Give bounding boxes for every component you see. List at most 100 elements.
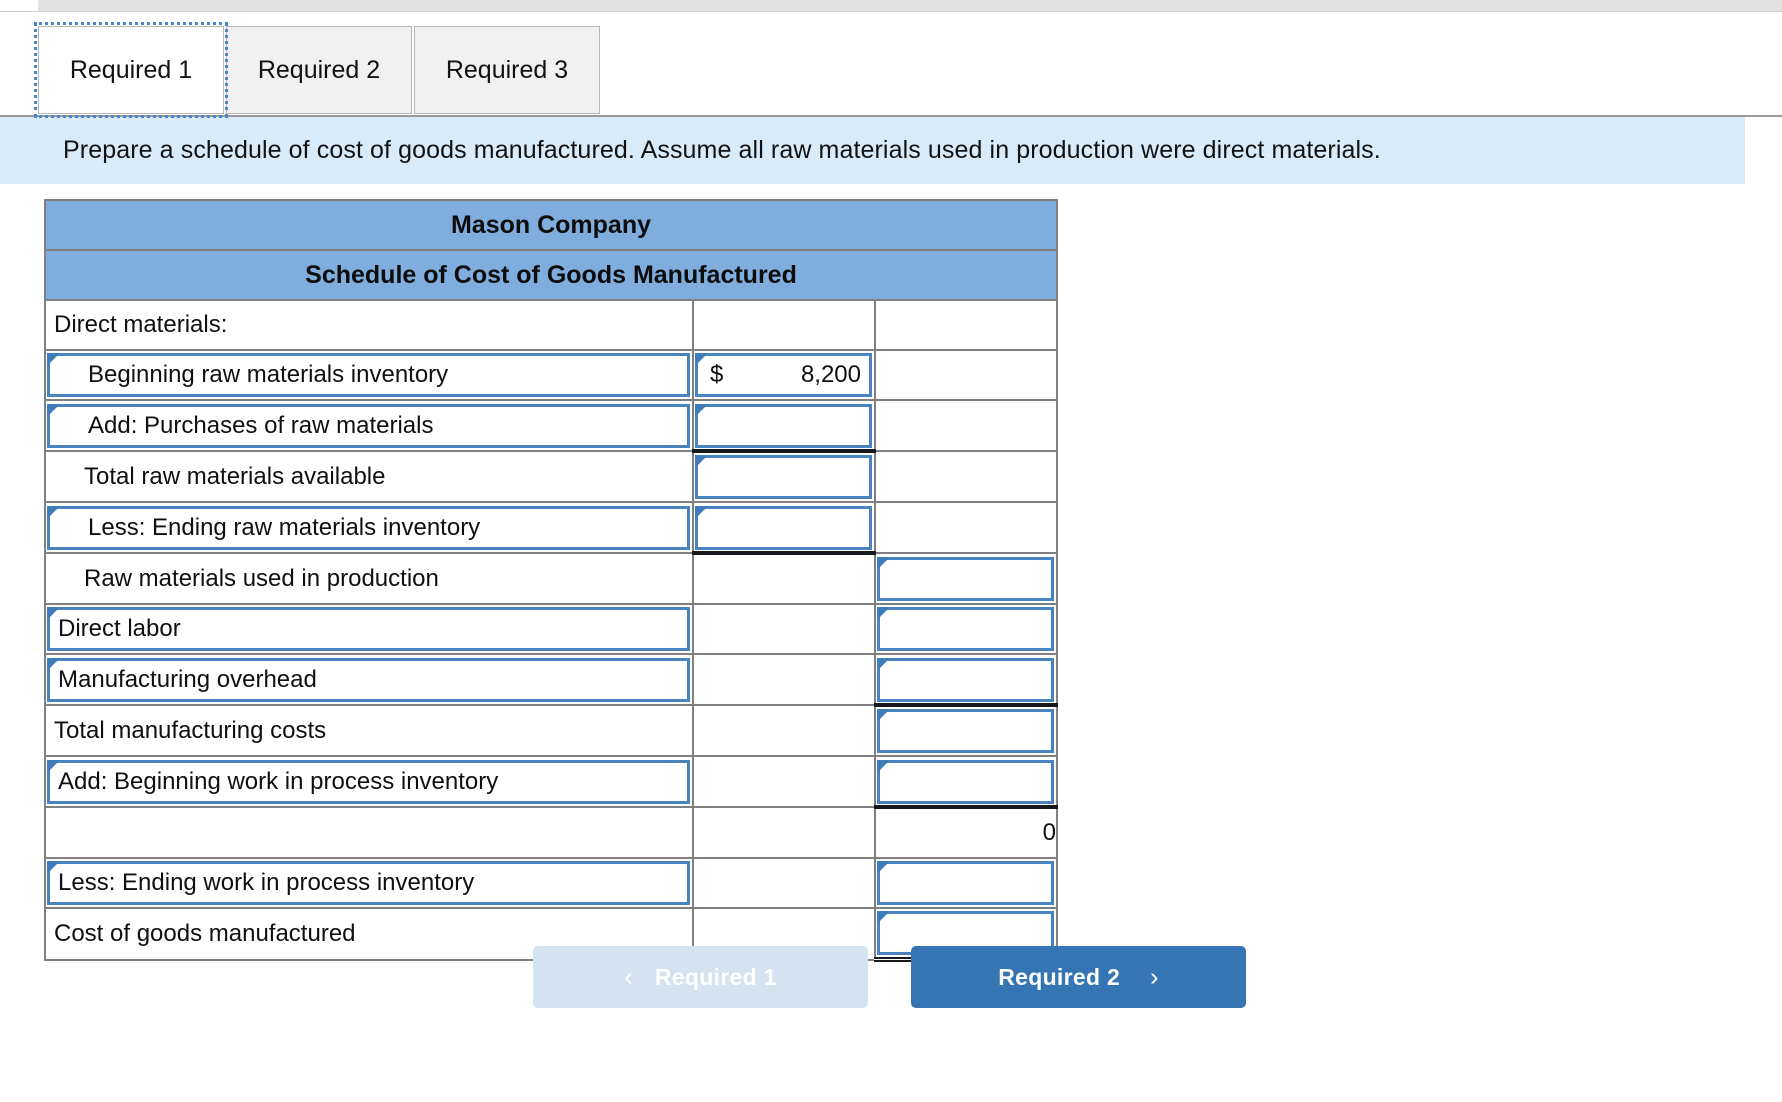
table-row: Manufacturing overhead (44, 653, 1058, 707)
row-label-cell: Beginning raw materials inventory (44, 349, 694, 401)
tab-required-1[interactable]: Required 1 (34, 22, 228, 118)
row-label-input[interactable]: Less: Ending work in process inventory (47, 861, 690, 905)
dropdown-flag-icon (877, 861, 890, 874)
row-amount1-cell (692, 450, 876, 503)
row-amount2-input[interactable] (877, 709, 1054, 753)
row-label-input[interactable]: Beginning raw materials inventory (47, 353, 690, 397)
requirement-tabs: Required 1 Required 2 Required 3 (34, 20, 602, 118)
dropdown-flag-icon (877, 607, 890, 620)
row-label-text: Add: Purchases of raw materials (88, 411, 434, 439)
row-label-input[interactable]: Add: Beginning work in process inventory (47, 759, 690, 804)
tab-required-2[interactable]: Required 2 (226, 26, 412, 114)
tab-required-1-label: Required 1 (69, 55, 193, 84)
dropdown-flag-icon (47, 403, 60, 417)
row-label-cell: Raw materials used in production (44, 552, 694, 605)
row-amount1-input[interactable] (695, 455, 872, 499)
dropdown-flag-icon (877, 556, 890, 570)
row-amount2-input[interactable] (877, 657, 1054, 702)
chevron-right-icon: › (1150, 962, 1159, 991)
table-row: Less: Ending work in process inventory (44, 857, 1058, 909)
row-amount2-input[interactable] (877, 607, 1054, 651)
currency-symbol: $ (710, 361, 724, 388)
row-amount2-cell (874, 552, 1058, 605)
prev-required-button[interactable]: ‹ Required 1 (533, 946, 868, 1008)
row-label-cell: Total raw materials available (44, 450, 694, 503)
row-amount2-cell (874, 653, 1058, 707)
table-row: Beginning raw materials inventory $ 8,20… (44, 349, 1058, 401)
row-amount2-cell (874, 603, 1058, 655)
dropdown-flag-icon (47, 861, 60, 874)
dropdown-flag-icon (47, 505, 60, 519)
row-label-cell: Direct labor (44, 603, 694, 655)
row-label-input[interactable]: Add: Purchases of raw materials (47, 403, 690, 448)
table-title-row-company: Mason Company (44, 199, 1058, 251)
tab-required-3[interactable]: Required 3 (414, 26, 600, 114)
dropdown-flag-icon (695, 505, 708, 519)
table-row: 0 (44, 806, 1058, 859)
row-label-text: Direct materials: (54, 311, 228, 338)
prev-required-label: Required 1 (654, 963, 777, 990)
row-label-cell: Less: Ending work in process inventory (44, 857, 694, 909)
row-label-input[interactable]: Manufacturing overhead (47, 657, 690, 702)
row-amount2-cell (874, 450, 1058, 503)
dropdown-flag-icon (877, 911, 890, 924)
row-label-text: Less: Ending work in process inventory (58, 869, 475, 896)
row-amount2-cell (874, 755, 1058, 809)
instruction-banner: Prepare a schedule of cost of goods manu… (0, 117, 1745, 184)
row-label-cell: Less: Ending raw materials inventory (44, 501, 694, 554)
dropdown-flag-icon (695, 455, 708, 468)
top-chrome-strip (0, 0, 1782, 12)
next-required-label: Required 2 (998, 963, 1121, 990)
next-required-button[interactable]: Required 2 › (911, 946, 1246, 1008)
row-amount2-input[interactable] (877, 556, 1054, 601)
table-row: Total manufacturing costs (44, 704, 1058, 757)
row-amount2-input[interactable] (877, 759, 1054, 804)
cost-of-goods-manufactured-table: Mason Company Schedule of Cost of Goods … (44, 199, 1058, 962)
dropdown-flag-icon (47, 657, 60, 671)
row-amount1-cell: $ 8,200 (692, 349, 876, 401)
row-label-input[interactable]: Direct labor (47, 607, 690, 651)
dropdown-flag-icon (47, 759, 60, 773)
row-label-cell: Add: Beginning work in process inventory (44, 755, 694, 808)
row-label-input[interactable]: Less: Ending raw materials inventory (47, 505, 690, 550)
row-label-text: Total raw materials available (84, 462, 386, 490)
row-amount1-cell (692, 501, 876, 555)
table-row: Add: Purchases of raw materials (44, 399, 1058, 453)
row-amount1-value: 8,200 (800, 361, 861, 388)
row-label-text: Manufacturing overhead (58, 665, 317, 693)
row-amount1-input[interactable] (695, 403, 872, 448)
table-row: Direct labor (44, 603, 1058, 655)
dropdown-flag-icon (695, 353, 708, 366)
tab-required-3-label: Required 3 (445, 55, 569, 84)
row-amount1-cell (692, 299, 876, 351)
dropdown-flag-icon (877, 709, 890, 722)
row-label-cell: Manufacturing overhead (44, 653, 694, 706)
tab-required-2-label: Required 2 (257, 55, 381, 84)
row-label-text: Raw materials used in production (84, 564, 439, 592)
row-amount2-cell (874, 857, 1058, 909)
row-amount2-cell (874, 399, 1058, 452)
row-amount1-cell (692, 603, 876, 655)
table-row: Total raw materials available (44, 450, 1058, 503)
row-label-text: Less: Ending raw materials inventory (88, 513, 481, 541)
dropdown-flag-icon (695, 403, 708, 417)
row-amount1-cell (692, 704, 876, 757)
row-amount1-input[interactable] (695, 505, 872, 550)
table-title-row-statement: Schedule of Cost of Goods Manufactured (44, 249, 1058, 301)
row-amount2-cell (874, 501, 1058, 554)
dropdown-flag-icon (47, 607, 60, 620)
requirement-nav-buttons: ‹ Required 1 Required 2 › (533, 946, 1246, 1008)
row-amount2-input[interactable] (877, 861, 1054, 905)
row-amount1-cell (692, 755, 876, 808)
row-amount1-input[interactable]: $ 8,200 (695, 353, 872, 397)
dropdown-flag-icon (877, 759, 890, 773)
table-row: Less: Ending raw materials inventory (44, 501, 1058, 555)
row-amount2-cell: 0 (874, 806, 1058, 859)
row-amount1-cell (692, 653, 876, 706)
company-name-cell: Mason Company (44, 199, 1058, 251)
table-row: Add: Beginning work in process inventory (44, 755, 1058, 809)
row-label-text: Total manufacturing costs (54, 716, 327, 744)
row-label-text: Direct labor (58, 615, 181, 642)
row-label-cell: Direct materials: (44, 299, 694, 351)
statement-title-cell: Schedule of Cost of Goods Manufactured (44, 249, 1058, 301)
